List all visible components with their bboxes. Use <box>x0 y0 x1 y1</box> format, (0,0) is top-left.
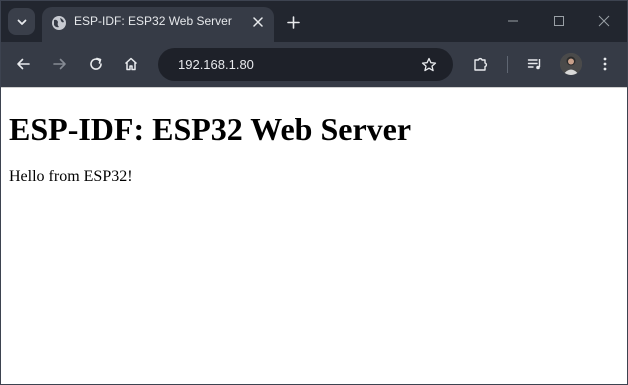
media-controls-button[interactable] <box>522 51 548 77</box>
minimize-button[interactable] <box>498 9 528 33</box>
puzzle-icon <box>473 56 489 72</box>
tab-title: ESP-IDF: ESP32 Web Server <box>74 14 232 28</box>
globe-icon <box>51 15 67 31</box>
close-window-button[interactable] <box>589 9 619 33</box>
tab-search-button[interactable] <box>8 8 35 35</box>
address-bar[interactable]: 192.168.1.80 <box>158 48 453 81</box>
home-button[interactable] <box>118 51 144 77</box>
chevron-down-icon <box>16 16 28 28</box>
address-bar-url[interactable]: 192.168.1.80 <box>178 57 254 72</box>
bookmark-star-icon[interactable] <box>420 56 438 74</box>
back-button[interactable] <box>10 51 36 77</box>
menu-button[interactable] <box>592 51 618 77</box>
home-icon <box>124 57 138 71</box>
reload-icon <box>89 57 103 71</box>
new-tab-button[interactable] <box>282 11 304 33</box>
more-vertical-icon <box>603 57 607 71</box>
close-tab-icon[interactable] <box>250 14 266 30</box>
media-queue-icon <box>527 56 543 72</box>
page-paragraph: Hello from ESP32! <box>9 168 133 185</box>
arrow-left-icon <box>16 57 30 71</box>
maximize-icon <box>553 15 565 27</box>
tab-strip: ESP-IDF: ESP32 Web Server <box>1 1 627 42</box>
browser-toolbar: 192.168.1.80 <box>1 42 627 87</box>
profile-avatar[interactable] <box>560 53 582 75</box>
browser-window: ESP-IDF: ESP32 Web Server 192.168.1.80 E… <box>0 0 628 385</box>
reload-button[interactable] <box>83 51 109 77</box>
page-content: ESP-IDF: ESP32 Web Server Hello from ESP… <box>1 87 627 384</box>
toolbar-divider <box>507 56 508 73</box>
plus-icon <box>286 15 300 29</box>
extensions-button[interactable] <box>468 51 494 77</box>
forward-button[interactable] <box>47 51 73 77</box>
page-heading: ESP-IDF: ESP32 Web Server <box>9 111 412 147</box>
tab-active[interactable]: ESP-IDF: ESP32 Web Server <box>42 7 274 42</box>
maximize-button[interactable] <box>544 9 574 33</box>
close-icon <box>598 15 610 27</box>
arrow-right-icon <box>53 57 67 71</box>
minimize-icon <box>507 15 519 27</box>
